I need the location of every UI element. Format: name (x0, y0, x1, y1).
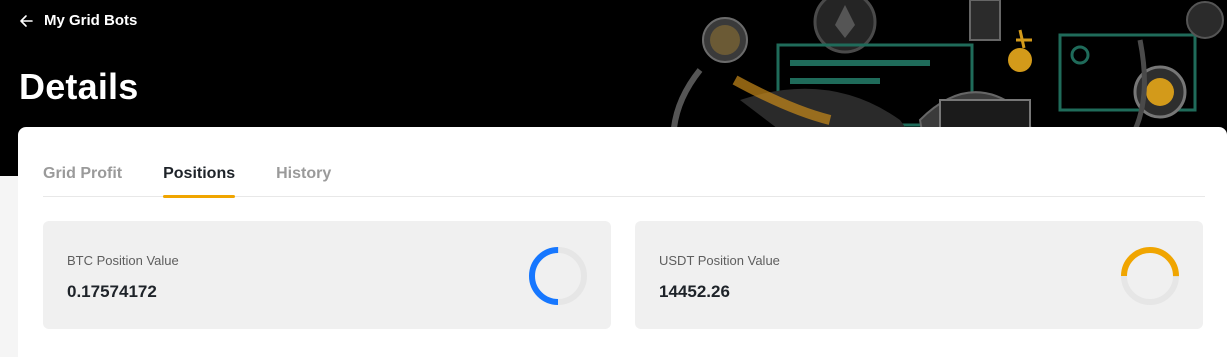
usdt-position-value: 14452.26 (659, 282, 730, 301)
tab-history[interactable]: History (276, 127, 331, 197)
btc-position-card: BTC Position Value 0.17574172 (43, 221, 611, 329)
btc-ring-chart (529, 247, 587, 305)
usdt-ring-chart (1121, 247, 1179, 305)
page-title: Details (19, 66, 139, 107)
position-cards: BTC Position Value 0.17574172 USDT Posit… (43, 221, 1203, 329)
tab-bar: Grid Profit Positions History (43, 127, 1205, 198)
usdt-position-label: USDT Position Value (659, 253, 780, 268)
back-link-label: My Grid Bots (44, 12, 138, 29)
btc-position-label: BTC Position Value (67, 253, 179, 268)
btc-position-value: 0.17574172 (67, 282, 157, 301)
details-panel: Grid Profit Positions History BTC Positi… (18, 127, 1227, 357)
back-link[interactable]: My Grid Bots (18, 12, 137, 29)
tab-grid-profit[interactable]: Grid Profit (43, 127, 122, 197)
usdt-position-card: USDT Position Value 14452.26 (635, 221, 1203, 329)
tab-positions[interactable]: Positions (163, 127, 236, 198)
arrow-left-icon (18, 13, 34, 29)
